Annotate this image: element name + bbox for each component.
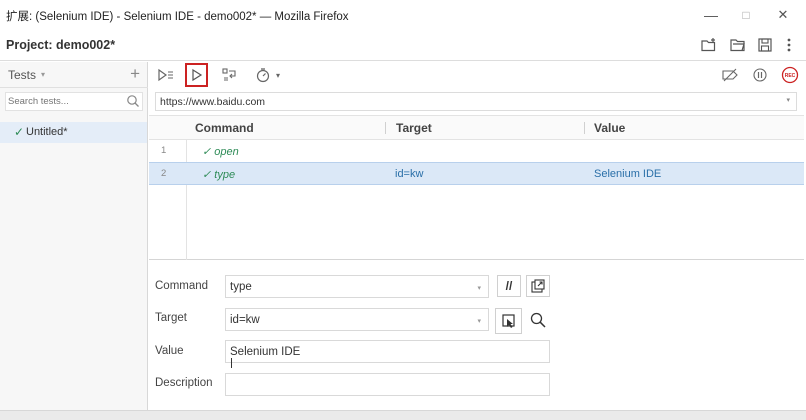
command-editor: Command type ▾ // Target id=kw ▾ Value S… (149, 262, 804, 410)
table-row[interactable]: 1 ✓ open (149, 140, 804, 163)
command-column-header: Command (195, 121, 254, 135)
row-number: 1 (161, 145, 167, 156)
minimize-button[interactable]: — (701, 5, 721, 25)
open-reference-icon[interactable] (526, 275, 550, 297)
value-label: Value (155, 345, 184, 357)
table-row-selected[interactable]: 2 ✓ type id=kw Selenium IDE (149, 162, 804, 185)
chevron-down-icon[interactable]: ▾ (786, 96, 790, 104)
record-label: REC (785, 73, 796, 79)
more-vertical-icon[interactable] (780, 36, 798, 54)
project-bar: Project: demo002* (0, 30, 806, 61)
command-value: type (230, 281, 252, 293)
speed-timer-icon[interactable] (253, 64, 273, 86)
record-icon[interactable]: REC (779, 64, 801, 86)
close-button[interactable]: ✕ (773, 5, 793, 25)
row-number: 2 (161, 168, 167, 179)
target-label: Target (155, 312, 187, 324)
add-test-button[interactable]: + (130, 64, 140, 84)
row-command: ✓ type (202, 169, 236, 181)
comment-toggle-button[interactable]: // (497, 275, 521, 297)
run-current-test-icon[interactable] (185, 63, 208, 87)
search-tests-box[interactable] (5, 92, 143, 111)
test-item-label: Untitled* (26, 126, 68, 138)
status-bar (0, 410, 806, 420)
command-select[interactable]: type ▾ (225, 275, 489, 298)
command-table: Command Target Value 1 ✓ open 2 ✓ type i… (149, 115, 804, 260)
window-titlebar: 扩展: (Selenium IDE) - Selenium IDE - demo… (0, 0, 806, 30)
chevron-down-icon[interactable]: ▾ (41, 70, 45, 79)
select-target-icon[interactable] (495, 308, 522, 334)
search-icon (126, 94, 140, 111)
open-folder-icon[interactable] (729, 36, 747, 54)
column-divider (584, 122, 585, 134)
chevron-down-icon[interactable]: ▾ (273, 64, 283, 86)
new-folder-icon[interactable] (700, 36, 718, 54)
step-over-icon[interactable] (219, 64, 241, 86)
target-column-header: Target (396, 121, 432, 135)
column-divider (385, 122, 386, 134)
tests-dropdown-label[interactable]: Tests (8, 68, 36, 82)
disable-breakpoints-icon[interactable] (719, 64, 741, 86)
description-label: Description (155, 377, 213, 389)
description-input[interactable] (225, 373, 550, 396)
pause-icon[interactable] (749, 64, 771, 86)
passed-check-icon: ✓ (14, 125, 25, 139)
window-title: 扩展: (Selenium IDE) - Selenium IDE - demo… (6, 11, 349, 23)
search-tests-input[interactable] (8, 94, 120, 109)
save-icon[interactable] (756, 36, 774, 54)
base-url-input[interactable] (160, 94, 760, 109)
playback-toolbar: ▾ REC (149, 62, 806, 89)
tests-header[interactable]: Tests ▾ + (0, 62, 148, 88)
value-text: Selenium IDE (230, 346, 301, 358)
value-input[interactable]: Selenium IDE (225, 340, 550, 368)
chevron-down-icon[interactable]: ▾ (477, 317, 481, 325)
table-header: Command Target Value (149, 116, 804, 140)
maximize-button[interactable]: □ (736, 5, 756, 25)
value-column-header: Value (594, 121, 626, 135)
find-target-icon[interactable] (527, 309, 549, 331)
base-url-field[interactable]: ▾ (155, 92, 797, 111)
run-all-tests-icon[interactable] (155, 64, 177, 86)
project-title: Project: demo002* (6, 38, 116, 52)
target-value: id=kw (230, 314, 260, 326)
command-label: Command (155, 280, 209, 292)
chevron-down-icon[interactable]: ▾ (477, 284, 481, 292)
test-item-untitled[interactable]: ✓ Untitled* (0, 122, 147, 143)
tests-panel: Tests ▾ + ✓ Untitled* (0, 62, 148, 410)
row-command: ✓ open (202, 146, 239, 158)
target-select[interactable]: id=kw ▾ (225, 308, 489, 331)
text-cursor (231, 358, 232, 368)
row-value: Selenium IDE (594, 168, 662, 180)
row-target: id=kw (395, 168, 424, 180)
